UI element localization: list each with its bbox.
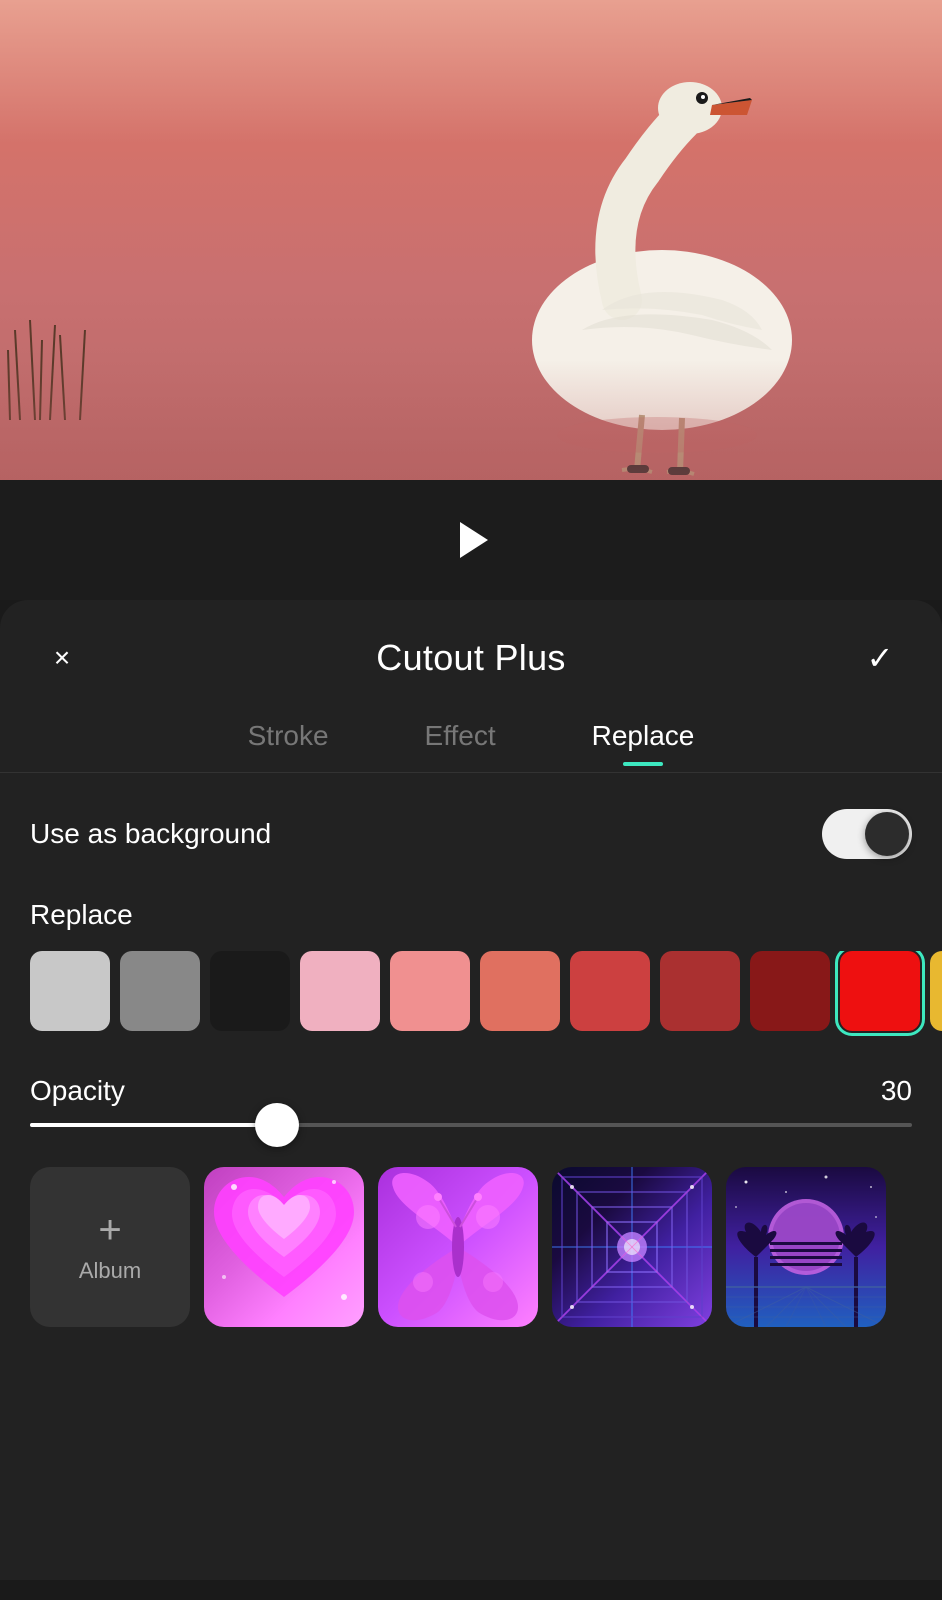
play-icon [460, 522, 488, 558]
opacity-row: Opacity 30 [30, 1075, 912, 1107]
color-swatch-mid-gray[interactable] [120, 951, 200, 1031]
play-button[interactable] [446, 515, 496, 565]
album-plus-icon: + [98, 1210, 121, 1250]
preset-vaporwave[interactable] [726, 1167, 886, 1327]
album-label: Album [79, 1258, 141, 1284]
background-toggle[interactable] [822, 809, 912, 859]
preset-butterfly[interactable] [378, 1167, 538, 1327]
tab-effect[interactable]: Effect [417, 708, 504, 764]
presets-row: + Album [0, 1167, 942, 1347]
playback-area [0, 480, 942, 600]
color-swatch-crimson[interactable] [750, 951, 830, 1031]
sheet-header: × Cutout Plus ✓ [0, 600, 942, 708]
bottom-sheet: × Cutout Plus ✓ Stroke Effect Replace Us… [0, 600, 942, 1580]
video-preview [0, 0, 942, 480]
opacity-label: Opacity [30, 1075, 125, 1107]
tab-stroke[interactable]: Stroke [240, 708, 337, 764]
tab-replace[interactable]: Replace [584, 708, 703, 764]
tab-bar: Stroke Effect Replace [0, 708, 942, 773]
color-swatch-light-gray[interactable] [30, 951, 110, 1031]
color-swatches [0, 951, 942, 1039]
background-label: Use as background [30, 818, 271, 850]
opacity-slider-thumb[interactable] [255, 1103, 299, 1147]
color-swatch-golden[interactable] [930, 951, 942, 1031]
close-button[interactable]: × [40, 636, 84, 680]
color-swatch-coral-red[interactable] [570, 951, 650, 1031]
color-swatch-bright-red[interactable] [840, 951, 920, 1031]
water-reflection [0, 360, 942, 480]
toggle-knob [865, 812, 909, 856]
replace-section-label: Replace [30, 899, 912, 931]
opacity-value: 30 [881, 1075, 912, 1107]
preset-neon-tunnel[interactable] [552, 1167, 712, 1327]
content-area: Use as background Replace Opacity 30 + A [0, 773, 942, 1347]
preset-hearts[interactable] [204, 1167, 364, 1327]
opacity-slider-track[interactable] [30, 1123, 912, 1127]
color-swatch-pink[interactable] [390, 951, 470, 1031]
sheet-title: Cutout Plus [376, 637, 565, 679]
opacity-slider-fill [30, 1123, 277, 1127]
color-swatch-dark-red[interactable] [660, 951, 740, 1031]
color-swatch-black[interactable] [210, 951, 290, 1031]
color-swatch-light-pink[interactable] [300, 951, 380, 1031]
confirm-button[interactable]: ✓ [858, 636, 902, 680]
background-row: Use as background [30, 809, 912, 859]
color-swatch-salmon[interactable] [480, 951, 560, 1031]
album-button[interactable]: + Album [30, 1167, 190, 1327]
